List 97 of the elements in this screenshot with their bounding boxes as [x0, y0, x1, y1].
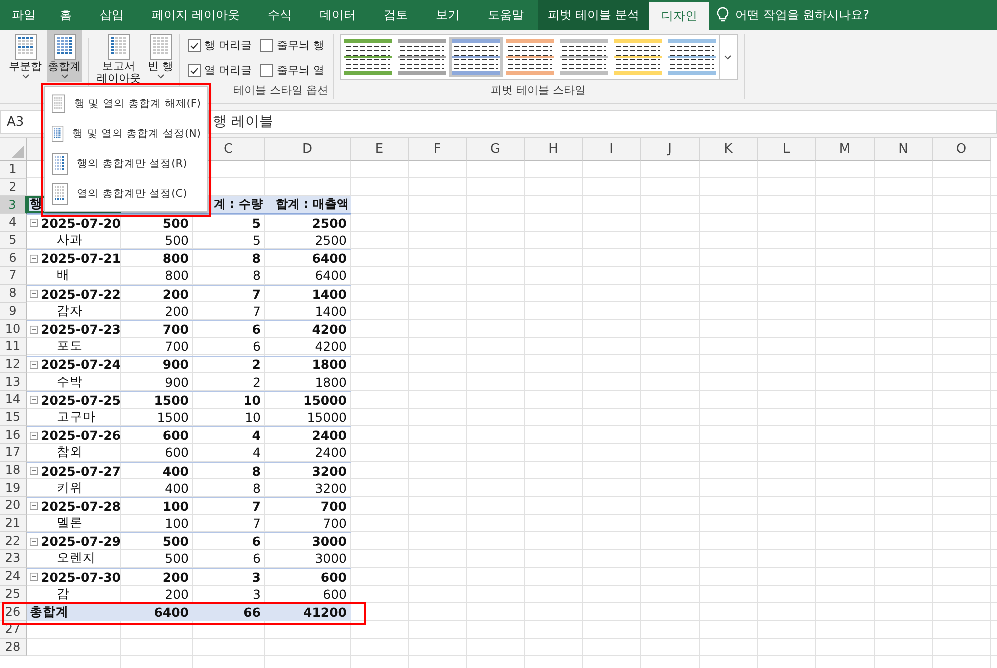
row-label: 수박 [57, 374, 83, 391]
value-text: 10 [245, 410, 261, 425]
value-text: 1500 [154, 392, 189, 408]
value-text: 800 [162, 251, 189, 266]
value-text: 500 [162, 534, 189, 550]
value-text: 2400 [312, 428, 347, 444]
value-text: 100 [162, 498, 189, 514]
value-text: 700 [323, 516, 347, 532]
value-text: 200 [162, 570, 189, 585]
value-text: 400 [165, 480, 189, 496]
value-text: 6 [252, 534, 261, 550]
value-text: 15000 [307, 410, 347, 425]
value-text: 900 [165, 374, 189, 390]
value-text: 7 [252, 286, 261, 302]
value-text: 4200 [312, 322, 347, 338]
row-label: 2025-07-24 [41, 357, 121, 372]
value-text: 900 [162, 357, 189, 372]
value-text: 3000 [312, 534, 347, 550]
value-text: 3 [253, 586, 261, 602]
group-label: 테이블 스타일 옵션 [232, 83, 328, 99]
row-label: 2025-07-25 [41, 392, 121, 408]
value-text: 600 [323, 586, 347, 602]
value-text: 6 [253, 339, 261, 354]
value-text: 2400 [315, 445, 347, 460]
value-text: 200 [162, 286, 189, 302]
row-label: 포도 [57, 338, 83, 356]
value-text: 7 [252, 498, 261, 514]
row-label: 감자 [57, 302, 83, 320]
row-label: 멜론 [57, 515, 83, 532]
column-heading: 합계 : 매출액 [276, 196, 349, 214]
value-text: 15000 [304, 392, 347, 408]
value-text: 2500 [315, 233, 347, 248]
value-text: 3200 [315, 480, 347, 496]
value-text: 1500 [157, 410, 189, 425]
value-text: 6 [253, 551, 261, 566]
value-text: 6400 [312, 251, 347, 266]
value-text: 1800 [315, 374, 347, 390]
value-text: 5 [253, 233, 261, 248]
value-text: 2 [252, 357, 261, 372]
value-text: 41200 [304, 605, 347, 620]
value-text: 8 [253, 268, 261, 284]
value-text: 2 [253, 374, 261, 390]
value-text: 3000 [315, 551, 347, 566]
row-label: 고구마 [57, 408, 96, 426]
value-text: 600 [162, 428, 189, 444]
value-text: 500 [162, 216, 189, 231]
row-label: 2025-07-29 [41, 534, 121, 550]
value-text: 500 [165, 233, 189, 248]
row-label: 2025-07-21 [41, 251, 121, 266]
row-label: 2025-07-28 [41, 498, 121, 514]
value-text: 4 [252, 428, 261, 444]
value-text: 1800 [312, 357, 347, 372]
value-text: 700 [320, 498, 347, 514]
value-text: 600 [320, 570, 347, 585]
value-text: 600 [165, 445, 189, 460]
value-text: 6400 [315, 268, 347, 284]
row-label: 2025-07-23 [41, 322, 121, 338]
value-text: 6 [252, 322, 261, 338]
row-label: 2025-07-30 [41, 570, 121, 585]
value-text: 5 [252, 216, 261, 231]
row-label: 사과 [57, 232, 83, 250]
row-label: 감 [57, 586, 70, 603]
value-text: 1400 [312, 286, 347, 302]
value-text: 7 [253, 304, 261, 319]
value-text: 6400 [154, 605, 189, 620]
value-text: 500 [165, 551, 189, 566]
value-text: 8 [252, 251, 261, 266]
value-text: 3200 [312, 464, 347, 479]
value-text: 8 [252, 464, 261, 479]
row-label: 2025-07-22 [41, 286, 121, 302]
row-label: 2025-07-20 [41, 216, 121, 231]
row-label: 2025-07-27 [41, 464, 121, 479]
row-label: 오렌지 [57, 550, 96, 568]
column-heading: 계 : 수량 [214, 196, 263, 214]
value-text: 800 [165, 268, 189, 284]
row-label: 키위 [57, 480, 83, 497]
group-label: 피벗 테이블 스타일 [490, 83, 587, 99]
value-text: 4200 [315, 339, 347, 354]
row-label: 배 [57, 267, 70, 284]
row-label: 참외 [57, 444, 83, 462]
value-text: 2500 [312, 216, 347, 231]
value-text: 3 [252, 570, 261, 585]
value-text: 66 [244, 605, 261, 620]
value-text: 100 [165, 516, 189, 532]
value-text: 200 [165, 586, 189, 602]
row-label: 2025-07-26 [41, 428, 121, 444]
value-text: 400 [162, 464, 189, 479]
value-text: 700 [162, 322, 189, 338]
value-text: 1400 [315, 304, 347, 319]
value-text: 10 [244, 392, 261, 408]
row-label: 행 [30, 196, 43, 214]
value-text: 700 [165, 339, 189, 354]
value-text: 7 [253, 516, 261, 532]
value-text: 4 [253, 445, 261, 460]
value-text: 200 [165, 304, 189, 319]
row-label: 총합계 [30, 604, 69, 622]
value-text: 8 [253, 480, 261, 496]
